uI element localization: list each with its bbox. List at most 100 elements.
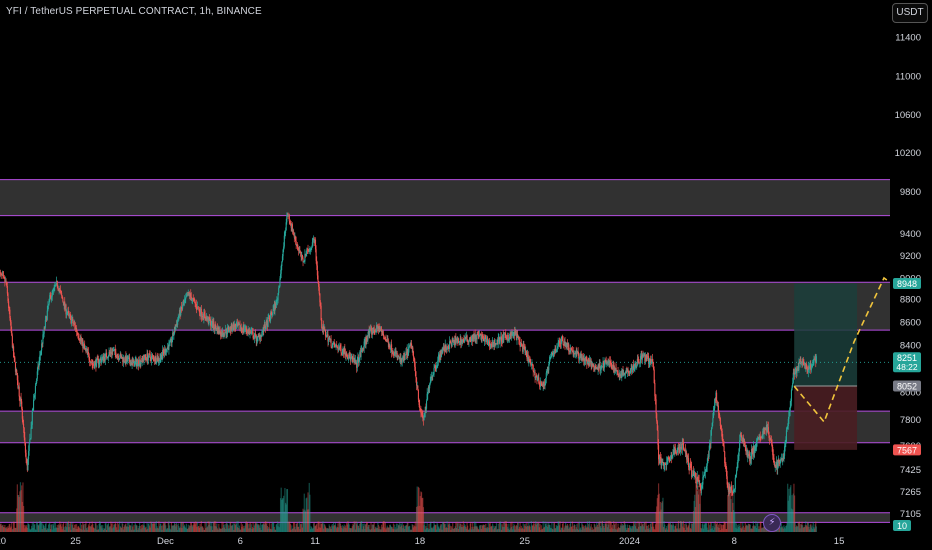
zone-1 [0,282,890,331]
candle-body-347 [215,324,217,329]
volume-label-value: 10 [897,521,907,531]
candle-body-548 [340,348,342,353]
long-position-tool[interactable] [794,283,858,450]
time-tick-25: 25 [70,536,81,547]
candle-body-1162 [723,445,725,452]
price-tick-11400: 11400 [895,33,921,44]
candle-body-1216 [757,438,759,440]
candle-body-1097 [682,442,685,450]
candle-body-674 [419,404,421,409]
candle-body-664 [412,351,414,357]
candle-body-1138 [708,450,710,457]
price-tick-9800: 9800 [900,187,921,198]
price-tick-8600: 8600 [900,318,921,329]
price-tick-9400: 9400 [900,229,921,240]
candle-body-617 [383,335,385,338]
price-tick-11000: 11000 [895,72,921,83]
volume-bar-498 [309,494,311,532]
candle-body-268 [165,349,167,353]
candle-body-1053 [655,399,657,414]
price-tick-10200: 10200 [895,148,921,159]
time-tick-8: 8 [732,536,737,547]
candle-body-374 [231,329,234,331]
zone-0 [0,179,890,216]
candle-body-77 [46,310,48,320]
candle-body-668 [415,371,417,378]
time-tick-11: 11 [310,536,320,547]
volume-bar-1064 [662,497,664,532]
candle-body-28 [16,370,18,373]
candle-body-465 [288,214,290,222]
currency-button[interactable]: USDT [892,3,928,23]
candle-body-283 [175,326,177,331]
time-tick-Dec: Dec [157,536,174,547]
candle-body-172 [105,352,108,358]
candle-body-58 [34,385,36,394]
candle-body-511 [317,275,319,282]
lightning-icon[interactable]: ⚡ [763,514,781,532]
candle-body-448 [278,287,280,294]
candle-body-1190 [740,435,743,438]
candle-body-685 [425,400,428,409]
candle-body-49 [29,439,31,444]
chart-background [0,0,932,550]
price-tick-7105: 7105 [900,509,921,520]
entry-price-label-value: 8052 [897,381,917,391]
target-price-label-value: 8948 [897,279,917,289]
candle-body-55 [33,399,35,411]
candle-body-53 [31,411,33,425]
time-tick-25: 25 [519,536,530,547]
price-tick-7425: 7425 [900,465,921,476]
candle-body-750 [466,335,468,340]
profit-zone [794,283,858,386]
candle-body-300 [185,296,187,298]
candle-body-459 [285,230,287,234]
volume-bar-1310 [815,526,817,532]
price-tick-7800: 7800 [900,415,921,426]
candle-body-1156 [719,418,721,426]
time-tick-6: 6 [238,536,243,547]
candle-body-516 [320,305,322,320]
time-tick-15: 15 [834,536,845,547]
candle-body-532 [330,338,332,347]
candle-body-200 [123,357,125,362]
candle-body-736 [457,338,459,342]
stop-price-label-value: 7567 [897,445,917,455]
candle-body-1116 [694,472,696,478]
candle-body-1105 [687,458,690,468]
candle-body-697 [433,367,435,375]
candle-body-48 [28,443,30,452]
price-tick-8800: 8800 [900,295,921,306]
candle-body-667 [414,366,416,372]
zone-2 [0,411,890,443]
zone-3 [0,512,890,523]
candle-body-344 [213,321,215,328]
price-tick-10600: 10600 [895,110,921,121]
candle-body-1144 [712,418,714,423]
candle-body-51 [30,427,32,439]
candle-body-362 [224,333,226,336]
time-tick-20: 20 [0,536,6,547]
candle-body-877 [545,372,547,379]
candle-body-102 [62,298,64,302]
candle-body-32 [18,386,20,397]
candle-body-672 [417,390,419,400]
candle-body-43 [25,452,27,459]
candle-body-1076 [669,458,671,461]
chart-title: YFI / TetherUS PERPETUAL CONTRACT, 1h, B… [6,6,262,17]
candle-body-856 [532,365,534,372]
candle-body-809 [503,334,505,340]
candle-body-1270 [790,389,792,402]
candle-body-517 [321,319,323,328]
price-tick-8400: 8400 [900,341,921,352]
candle-body-319 [197,306,199,309]
candle-body-1111 [691,475,693,478]
candle-body-25 [14,357,16,363]
price-tick-7265: 7265 [900,487,921,498]
candle-body-431 [267,318,269,327]
time-tick-18: 18 [415,536,426,547]
candle-body-1150 [716,392,718,402]
price-chart[interactable]: 1140011000106001020098009400920090008800… [0,0,932,550]
current-price-label-countdown: 48:22 [896,362,918,372]
candle-body-94 [57,286,59,289]
